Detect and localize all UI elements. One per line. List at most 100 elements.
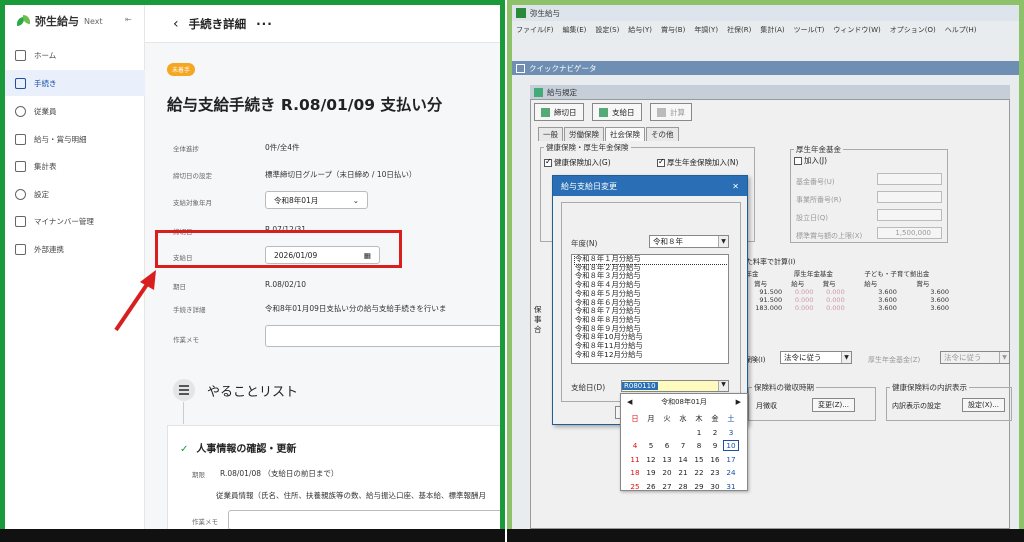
- dropdown-arrow-icon[interactable]: ▼: [718, 381, 728, 391]
- sidebar-item-mynumber[interactable]: マイナンバー管理: [5, 208, 145, 234]
- calendar-day[interactable]: 30: [707, 482, 723, 491]
- calendar-day[interactable]: 18: [627, 468, 643, 477]
- calendar-day[interactable]: 15: [691, 455, 707, 464]
- sidebar-item-home[interactable]: ホーム: [5, 42, 145, 68]
- close-icon[interactable]: ✕: [732, 182, 739, 191]
- calendar-icon: [541, 107, 550, 117]
- leaf-logo-icon: [17, 15, 31, 27]
- calendar-day[interactable]: 16: [707, 455, 723, 464]
- rate-cell: 3.600: [878, 296, 897, 304]
- calendar-day[interactable]: 7: [675, 441, 691, 450]
- pension-fund-checkbox[interactable]: 加入(J): [794, 155, 827, 166]
- menu-item[interactable]: 社保(R): [727, 25, 751, 38]
- menu-item[interactable]: 設定(S): [595, 25, 619, 38]
- hoken-value: 法令に従う: [784, 353, 822, 362]
- calculate-button-label: 計算: [670, 107, 685, 117]
- list-item[interactable]: 令和８年12月分給与: [575, 350, 728, 360]
- todo-due-value: R.08/01/08 （支給日の前日まで）: [220, 469, 339, 478]
- calendar-day[interactable]: 12: [643, 455, 659, 464]
- office-number-input[interactable]: [877, 191, 942, 203]
- menu-item[interactable]: 集計(A): [760, 25, 784, 38]
- established-date-input[interactable]: [877, 209, 942, 221]
- calendar-day[interactable]: 1: [691, 428, 707, 437]
- calendar-day[interactable]: 8: [691, 441, 707, 450]
- display-setting-text: 内訳表示の設定: [892, 402, 941, 410]
- calendar-day[interactable]: 14: [675, 455, 691, 464]
- todo-memo-input[interactable]: [228, 510, 500, 530]
- window-title: 弥生給与: [530, 8, 560, 18]
- more-icon[interactable]: ···: [256, 17, 273, 31]
- calendar-day[interactable]: 11: [627, 455, 643, 464]
- rate-subheader: 給与: [791, 280, 805, 288]
- rate-cell: 3.600: [930, 296, 949, 304]
- calendar-day[interactable]: 20: [659, 468, 675, 477]
- calendar-day[interactable]: 22: [691, 468, 707, 477]
- sidebar-item-procedures[interactable]: 手続き: [5, 70, 145, 96]
- tab-general[interactable]: 一般: [538, 127, 563, 141]
- calendar-day[interactable]: 26: [643, 482, 659, 491]
- calendar-day[interactable]: 10: [723, 440, 739, 452]
- calendar-day[interactable]: 17: [723, 455, 739, 464]
- menu-item[interactable]: ファイル(F): [516, 25, 554, 38]
- closing-day-button[interactable]: 締切日: [534, 103, 584, 121]
- payday-date-input[interactable]: R080110 ▼: [621, 380, 729, 392]
- calendar-day[interactable]: 13: [659, 455, 675, 464]
- bonus-limit-input[interactable]: 1,500,000: [877, 227, 942, 239]
- calendar-day[interactable]: 3: [723, 428, 739, 437]
- calendar-day[interactable]: 9: [707, 441, 723, 450]
- pension-insurance-checkbox[interactable]: 厚生年金保険加入(N): [657, 157, 738, 168]
- setting-button[interactable]: 設定(X)...: [962, 398, 1005, 412]
- year-select[interactable]: 令和８年 ▼: [649, 235, 729, 248]
- calendar-day[interactable]: 4: [627, 441, 643, 450]
- calendar-day[interactable]: 5: [643, 441, 659, 450]
- collapse-sidebar-icon[interactable]: ⇤: [125, 15, 132, 24]
- sidebar-item-reports[interactable]: 集計表: [5, 153, 145, 179]
- change-button[interactable]: 変更(Z)...: [812, 398, 855, 412]
- tab-labor-insurance[interactable]: 労働保険: [564, 127, 604, 141]
- sidebar-item-payslips[interactable]: 給与・賞与明細: [5, 126, 145, 152]
- menu-item[interactable]: オプション(O): [890, 25, 936, 38]
- menu-item[interactable]: ヘルプ(H): [945, 25, 977, 38]
- menu-item[interactable]: 賞与(B): [661, 25, 685, 38]
- calendar-day[interactable]: 28: [675, 482, 691, 491]
- calendar-day[interactable]: 23: [707, 468, 723, 477]
- menu-item[interactable]: 給与(Y): [628, 25, 652, 38]
- back-icon[interactable]: ‹: [173, 16, 179, 32]
- tab-other[interactable]: その他: [646, 127, 679, 141]
- child-window-titlebar: 給与規定: [530, 85, 1010, 99]
- menu-item[interactable]: 編集(E): [563, 25, 587, 38]
- link-icon: [15, 243, 26, 255]
- health-insurance-checkbox[interactable]: 健康保険加入(G): [544, 157, 611, 168]
- hoken-select[interactable]: 法令に従う ▼: [780, 351, 852, 364]
- calendar-month: 令和08年01月: [661, 398, 707, 406]
- menu-item[interactable]: ウィンドウ(W): [833, 25, 880, 38]
- menu-item[interactable]: 年調(Y): [694, 25, 718, 38]
- tab-social-insurance[interactable]: 社会保険: [605, 127, 645, 141]
- sidebar-item-settings[interactable]: 設定: [5, 181, 145, 207]
- sidebar-item-integration[interactable]: 外部連携: [5, 236, 145, 262]
- calendar-day[interactable]: 19: [643, 468, 659, 477]
- salary-month-list[interactable]: 令和８年１月分給与 令和８年２月分給与 令和８年３月分給与 令和８年４月分給与 令和８年…: [571, 254, 729, 364]
- calculate-button[interactable]: 計算: [650, 103, 692, 121]
- health-pension-group-label: 健康保険・厚生年金保険: [544, 142, 631, 153]
- next-month-icon[interactable]: ▶: [736, 398, 741, 406]
- calendar-day[interactable]: 6: [659, 441, 675, 450]
- calendar-day[interactable]: 25: [627, 482, 643, 491]
- calendar-day[interactable]: 24: [723, 468, 739, 477]
- fund-number-input[interactable]: [877, 173, 942, 185]
- prev-month-icon[interactable]: ◀: [627, 398, 632, 406]
- calendar-day[interactable]: 29: [691, 482, 707, 491]
- calendar-day[interactable]: 2: [707, 428, 723, 437]
- calendar-day[interactable]: 27: [659, 482, 675, 491]
- app-logo[interactable]: 弥生給与 Next: [17, 13, 103, 29]
- target-month-select[interactable]: 令和8年01月 ⌄: [265, 191, 368, 209]
- payday-button[interactable]: 支給日: [592, 103, 642, 121]
- memo-input[interactable]: [265, 325, 500, 347]
- calendar-day[interactable]: 31: [723, 482, 739, 491]
- todo-card[interactable]: ✓ 人事情報の確認・更新 期限 R.08/01/08 （支給日の前日まで） 従業員…: [167, 425, 500, 535]
- menu-item[interactable]: ツール(T): [794, 25, 825, 38]
- calendar-day[interactable]: 21: [675, 468, 691, 477]
- office-number-label: 事業所番号(R): [796, 196, 842, 204]
- fund-calc-select[interactable]: 法令に従う ▼: [940, 351, 1010, 364]
- sidebar-item-employees[interactable]: 従業員: [5, 98, 145, 124]
